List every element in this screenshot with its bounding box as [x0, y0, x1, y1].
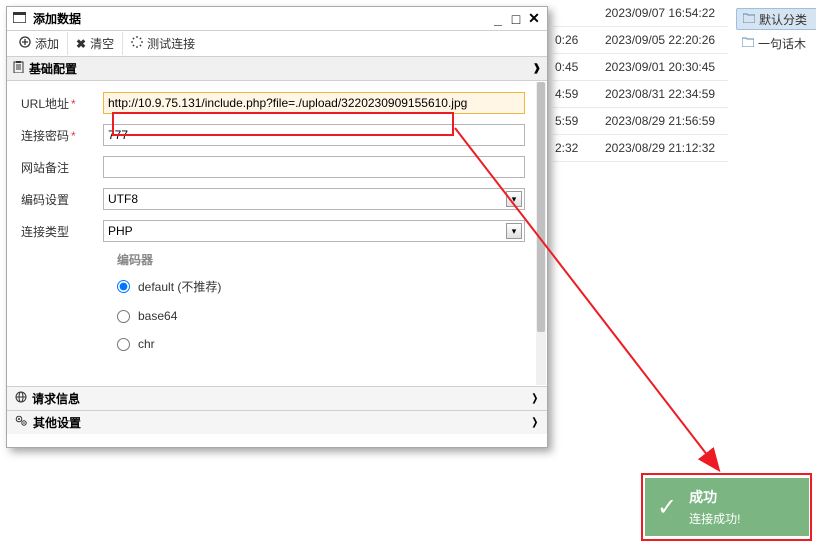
close-button[interactable]: ✕	[527, 12, 541, 26]
radio-input[interactable]	[117, 310, 130, 323]
select-value: PHP	[108, 224, 133, 238]
cell: 0:45	[553, 60, 595, 74]
encoding-label: 编码设置	[21, 191, 103, 208]
gears-icon	[15, 415, 28, 430]
radio-label: default (不推荐)	[138, 278, 221, 295]
folder-icon	[743, 12, 755, 26]
x-icon: ✖	[76, 37, 86, 51]
minimize-button[interactable]: _	[491, 12, 505, 26]
conntype-label: 连接类型	[21, 223, 103, 240]
password-label: 连接密码*	[21, 127, 103, 144]
cell: 2:32	[553, 141, 595, 155]
cell: 4:59	[553, 87, 595, 101]
table-row[interactable]: 5:59 2023/08/29 21:56:59	[553, 108, 728, 135]
encoder-radio-default[interactable]: default (不推荐)	[117, 278, 537, 295]
button-label: 清空	[90, 35, 114, 52]
chevron-up-icon: ❭	[531, 393, 539, 404]
titlebar[interactable]: 添加数据 _ □ ✕	[7, 7, 547, 31]
test-connection-button[interactable]: 测试连接	[123, 32, 203, 55]
scrollbar[interactable]	[536, 82, 546, 385]
password-input[interactable]	[103, 124, 525, 146]
cell: 5:59	[553, 114, 595, 128]
sidebar: 默认分类 一句话木	[736, 8, 816, 56]
cell: 2023/09/01 20:30:45	[595, 60, 715, 74]
conntype-select[interactable]: PHP ▾	[103, 220, 525, 242]
select-value: UTF8	[108, 192, 138, 206]
note-label: 网站备注	[21, 159, 103, 176]
scroll-thumb[interactable]	[537, 82, 545, 332]
clipboard-icon	[13, 61, 24, 76]
sidebar-item-other[interactable]: 一句话木	[736, 32, 816, 54]
cell: 2023/08/31 22:34:59	[595, 87, 715, 101]
request-info-header[interactable]: 请求信息 ❭	[7, 386, 547, 410]
section-title: 请求信息	[32, 390, 80, 407]
section-title: 其他设置	[33, 414, 81, 431]
section-title: 基础配置	[29, 60, 77, 77]
window-icon	[13, 12, 27, 26]
cell: 2023/08/29 21:12:32	[595, 141, 715, 155]
sidebar-item-label: 一句话木	[758, 35, 806, 52]
radio-input[interactable]	[117, 338, 130, 351]
toast-title: 成功	[689, 487, 740, 507]
dialog-toolbar: 添加 ✖ 清空 测试连接	[7, 31, 547, 57]
success-toast: ✓ 成功 连接成功!	[645, 478, 809, 536]
button-label: 测试连接	[147, 35, 195, 52]
url-input[interactable]	[103, 92, 525, 114]
radio-label: chr	[138, 337, 155, 351]
table-row[interactable]: 4:59 2023/08/31 22:34:59	[553, 81, 728, 108]
chevron-up-icon: ❭	[531, 417, 539, 428]
globe-icon	[15, 391, 27, 406]
encoding-select[interactable]: UTF8 ▾	[103, 188, 525, 210]
cell: 2023/08/29 21:56:59	[595, 114, 715, 128]
cell: 2023/09/07 16:54:22	[595, 6, 715, 20]
maximize-button[interactable]: □	[509, 12, 523, 26]
cell: 2023/09/05 22:20:26	[595, 33, 715, 47]
encoder-section: 编码器 default (不推荐) base64 chr	[21, 251, 537, 351]
button-label: 添加	[35, 35, 59, 52]
toast-message: 连接成功!	[689, 510, 740, 527]
dialog-title: 添加数据	[33, 10, 491, 27]
loading-icon	[131, 36, 143, 51]
add-button[interactable]: 添加	[11, 32, 68, 55]
encoder-radio-base64[interactable]: base64	[117, 309, 537, 323]
table-row[interactable]: 0:45 2023/09/01 20:30:45	[553, 54, 728, 81]
encoder-title: 编码器	[117, 251, 537, 268]
cell: 0:26	[553, 33, 595, 47]
clear-button[interactable]: ✖ 清空	[68, 32, 123, 55]
table-row[interactable]: 2:32 2023/08/29 21:12:32	[553, 135, 728, 162]
form-body: URL地址* 连接密码* 网站备注 编码设置 UTF8 ▾ 连接类型 PHP ▾	[7, 81, 547, 386]
url-label: URL地址*	[21, 95, 103, 112]
note-input[interactable]	[103, 156, 525, 178]
radio-input[interactable]	[117, 280, 130, 293]
chevron-down-icon: ▾	[506, 223, 522, 239]
other-settings-header[interactable]: 其他设置 ❭	[7, 410, 547, 434]
chevron-down-icon: ❱	[533, 63, 541, 74]
folder-icon	[742, 36, 754, 50]
add-data-dialog: 添加数据 _ □ ✕ 添加 ✖ 清空 测试连接 基础配	[6, 6, 548, 448]
sidebar-item-default[interactable]: 默认分类	[736, 8, 816, 30]
basic-config-header[interactable]: 基础配置 ❱	[7, 57, 547, 81]
bg-table: 2023/09/07 16:54:22 0:26 2023/09/05 22:2…	[553, 0, 728, 162]
table-row[interactable]: 0:26 2023/09/05 22:20:26	[553, 27, 728, 54]
radio-label: base64	[138, 309, 177, 323]
chevron-down-icon: ▾	[506, 191, 522, 207]
sidebar-item-label: 默认分类	[759, 11, 807, 28]
plus-circle-icon	[19, 36, 31, 51]
encoder-radio-chr[interactable]: chr	[117, 337, 537, 351]
table-row[interactable]: 2023/09/07 16:54:22	[553, 0, 728, 27]
check-icon: ✓	[657, 493, 677, 522]
